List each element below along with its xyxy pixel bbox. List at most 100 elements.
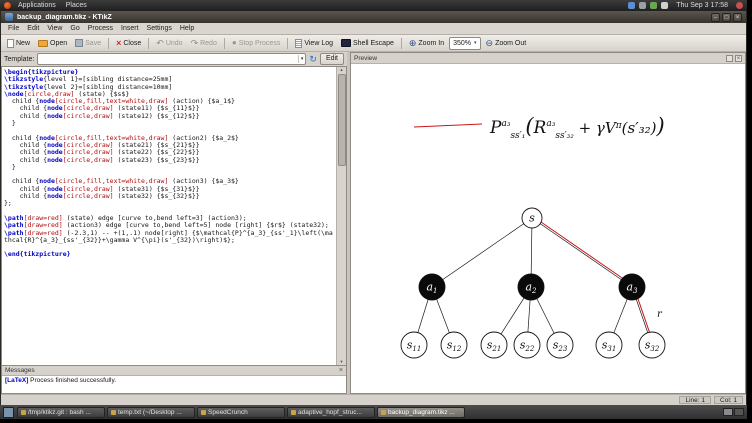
messages-text: Process finished successfully.	[28, 377, 117, 384]
screen: Applications Places Thu Sep 3 17:58 back…	[0, 0, 752, 423]
close-label: Close	[123, 39, 142, 47]
messages-body: [LaTeX] Process finished successfully.	[2, 376, 346, 393]
code-line: child {node[circle,draw] (state23) {$s_{…	[4, 155, 200, 164]
chevron-down-icon[interactable]: ▾	[297, 55, 306, 63]
stop-button: ● Stop Process	[229, 38, 283, 48]
tray-volume-icon[interactable]	[650, 2, 658, 9]
template-label: Template:	[4, 55, 35, 63]
menu-edit[interactable]: Edit	[23, 23, 43, 34]
zoomout-label: Zoom Out	[495, 39, 527, 47]
taskbar-item[interactable]: temp.txt (~/Desktop ...	[107, 406, 195, 418]
workspace-1[interactable]	[723, 408, 733, 416]
taskbar-item[interactable]: /tmp/ktikz.git : bash ...	[17, 406, 105, 418]
formula-text: Pa₃ss′₁(Ra₃ss′₃₂ + γVπ(s′₃₂))	[489, 114, 665, 141]
stop-label: Stop Process	[238, 39, 281, 47]
taskbar-item[interactable]: adaptive_hopf_struc...	[287, 406, 375, 418]
tree-node-a3: a3	[618, 273, 646, 301]
tray-battery-icon[interactable]	[661, 2, 669, 9]
zoomin-button[interactable]: ⊕ Zoom In	[406, 38, 447, 49]
scroll-up-icon[interactable]: ▲	[340, 67, 344, 73]
tree-node-s23: s23	[546, 331, 574, 359]
close-icon[interactable]: ×	[733, 12, 742, 22]
power-icon[interactable]	[736, 2, 743, 9]
open-button[interactable]: Open	[35, 39, 70, 48]
code-line: \path[draw=red] (-2.3,1) -- +(1,.1) node…	[4, 228, 333, 244]
taskbar-item-label: temp.txt (~/Desktop ...	[118, 408, 182, 416]
code-line: \end{tikzpicture}	[4, 250, 71, 259]
applications-menu[interactable]: Applications	[15, 0, 59, 11]
taskbar-item[interactable]: backup_diagram.tikz ...	[377, 406, 465, 418]
reload-template-icon[interactable]: ↻	[309, 54, 317, 64]
window-title: backup_diagram.tikz - KTikZ	[17, 13, 112, 21]
maximize-icon[interactable]: □	[722, 12, 731, 22]
template-combobox[interactable]: ▾	[37, 53, 307, 65]
undo-icon: ↶	[156, 37, 164, 48]
taskbar-item[interactable]: SpeedCrunch	[197, 406, 285, 418]
menu-settings[interactable]: Settings	[143, 23, 176, 34]
editor-scrollbar[interactable]: ▲ ▼	[336, 67, 346, 365]
close-button[interactable]: × Close	[113, 38, 144, 49]
desktop: Applications Places Thu Sep 3 17:58 back…	[0, 0, 747, 419]
menu-insert[interactable]: Insert	[117, 23, 143, 34]
code-line: }	[4, 119, 16, 128]
status-bar: Line: 1 Col: 1	[1, 394, 746, 405]
scrollbar-thumb[interactable]	[337, 74, 346, 166]
tikz-diagram: Pa₃ss′₁(Ra₃ss′₃₂ + γVπ(s′₃₂)) s a1 a2 a3 s11…	[400, 114, 666, 359]
preview-close-icon[interactable]: ×	[735, 54, 742, 62]
preview-detach-icon[interactable]	[726, 54, 733, 62]
workspace-2[interactable]	[734, 408, 744, 416]
new-label: New	[16, 39, 31, 47]
open-icon	[38, 39, 49, 47]
tray-network-icon[interactable]	[628, 2, 636, 9]
tree-edge	[531, 217, 633, 288]
minimize-icon[interactable]: –	[711, 12, 720, 22]
messages-close-icon[interactable]: ×	[339, 367, 343, 375]
clock[interactable]: Thu Sep 3 17:58	[676, 2, 728, 9]
taskbar-item-label: adaptive_hopf_struc...	[298, 408, 362, 416]
open-label: Open	[50, 39, 68, 47]
tree-edge	[431, 217, 533, 288]
zoom-level-combobox[interactable]: 350% ▾	[449, 36, 481, 50]
title-bar[interactable]: backup_diagram.tikz - KTikZ – □ ×	[1, 11, 746, 23]
workspace-switcher[interactable]	[723, 408, 744, 416]
zoomin-label: Zoom In	[418, 39, 445, 47]
save-label: Save	[85, 39, 102, 47]
new-icon	[7, 38, 14, 48]
template-edit-button[interactable]: Edit	[319, 53, 344, 65]
tray-bluetooth-icon[interactable]	[639, 2, 647, 9]
chevron-down-icon[interactable]: ▾	[474, 40, 477, 46]
formula-red-line	[413, 123, 483, 128]
code-line: }	[4, 162, 16, 171]
distro-logo-icon[interactable]	[4, 2, 11, 9]
tree-node-s: s	[521, 207, 543, 229]
left-column: Template: ▾ ↻ Edit \begin{tikzpicture} \t…	[1, 52, 347, 394]
edge-label-r: r	[657, 309, 663, 320]
places-menu[interactable]: Places	[63, 0, 90, 11]
menu-go[interactable]: Go	[66, 23, 83, 34]
taskbar: /tmp/ktikz.git : bash ... temp.txt (~/Des…	[0, 405, 747, 419]
shell-button[interactable]: Shell Escape	[338, 38, 397, 48]
messages-header: Messages ×	[2, 366, 346, 376]
zoomout-button[interactable]: ⊖ Zoom Out	[483, 38, 530, 49]
new-button[interactable]: New	[4, 38, 33, 49]
menu-help[interactable]: Help	[176, 23, 198, 34]
status-col: Col: 1	[714, 396, 743, 404]
top-panel: Applications Places Thu Sep 3 17:58	[0, 0, 747, 11]
menu-file[interactable]: File	[4, 23, 23, 34]
viewlog-button[interactable]: View Log	[292, 38, 336, 49]
taskbar-item-label: SpeedCrunch	[208, 408, 248, 416]
tree-node-s21: s21	[480, 331, 508, 359]
preview-canvas: Pa₃ss′₁(Ra₃ss′₃₂ + γVπ(s′₃₂)) s a1 a2 a3 s11…	[351, 64, 745, 393]
undo-button: ↶ Undo	[153, 38, 185, 49]
shell-label: Shell Escape	[353, 39, 394, 47]
menu-view[interactable]: View	[43, 23, 66, 34]
zoomin-icon: ⊕	[408, 37, 417, 48]
tree-node-a2: a2	[517, 273, 545, 301]
status-line: Line: 1	[679, 396, 712, 404]
menu-process[interactable]: Process	[84, 23, 117, 34]
show-desktop-icon[interactable]	[3, 406, 14, 418]
code-editor[interactable]: \begin{tikzpicture} \tikzstyle{level 1}=[…	[1, 66, 347, 365]
window-icon	[5, 13, 13, 21]
taskbar-item-label: backup_diagram.tikz ...	[388, 408, 455, 416]
code-lines[interactable]: \begin{tikzpicture} \tikzstyle{level 1}=[…	[2, 67, 336, 365]
